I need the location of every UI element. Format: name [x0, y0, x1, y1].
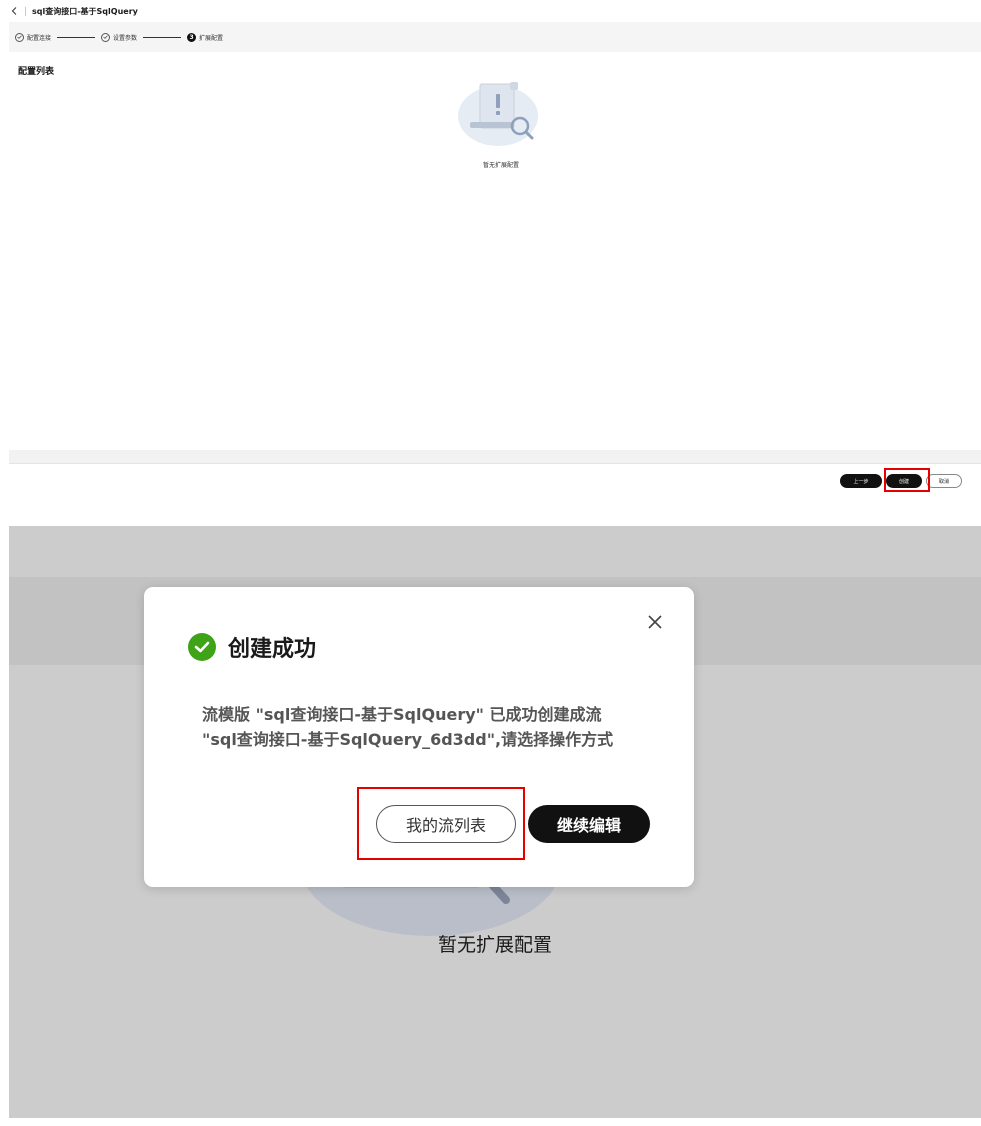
- step-label: 配置连接: [27, 34, 52, 42]
- step-connector: [57, 36, 96, 38]
- step-set-params: 设置参数: [101, 32, 138, 42]
- empty-state-illustration: [458, 82, 538, 146]
- empty-state-text: 暂无扩展配置: [482, 162, 519, 169]
- step-number: 3: [187, 32, 197, 42]
- success-check-icon: [188, 633, 216, 661]
- section-title: 配置列表: [18, 67, 55, 77]
- dialog-title: 创建成功: [188, 631, 316, 663]
- chevron-left-icon[interactable]: [9, 5, 19, 17]
- step-extend-config: 3 扩展配置: [187, 32, 224, 42]
- dialog-message: 流模版 "sql查询接口-基于SqlQuery" 已成功创建成流 "sql查询接…: [202, 702, 642, 752]
- dialog-message-line: "sql查询接口-基于SqlQuery_6d3dd",请选择操作方式: [202, 730, 614, 749]
- dialog-title-text: 创建成功: [228, 637, 317, 662]
- close-icon[interactable]: [644, 611, 666, 633]
- highlight-box: [884, 468, 930, 492]
- check-circle-icon: [15, 32, 24, 42]
- highlight-box: [357, 787, 525, 860]
- steps-bar: 配置连接 设置参数 3 扩展配置: [9, 22, 981, 52]
- divider: [25, 6, 26, 16]
- step-configure-connection: 配置连接: [15, 32, 52, 42]
- check-circle-icon: [101, 32, 111, 42]
- page-header: sql查询接口-基于SqlQuery: [9, 4, 138, 18]
- empty-state-text: 暂无扩展配置: [437, 934, 552, 956]
- step-connector: [143, 36, 182, 38]
- dialog-message-line: 流模版 "sql查询接口-基于SqlQuery" 已成功创建成流: [202, 705, 602, 724]
- step-label: 扩展配置: [199, 34, 224, 42]
- cancel-button[interactable]: 取消: [926, 474, 962, 488]
- page-title: sql查询接口-基于SqlQuery: [32, 6, 138, 16]
- continue-edit-button[interactable]: 继续编辑: [528, 805, 650, 843]
- step-label: 设置参数: [113, 34, 138, 42]
- prev-step-button[interactable]: 上一步: [840, 474, 882, 488]
- footer-band: [9, 450, 981, 464]
